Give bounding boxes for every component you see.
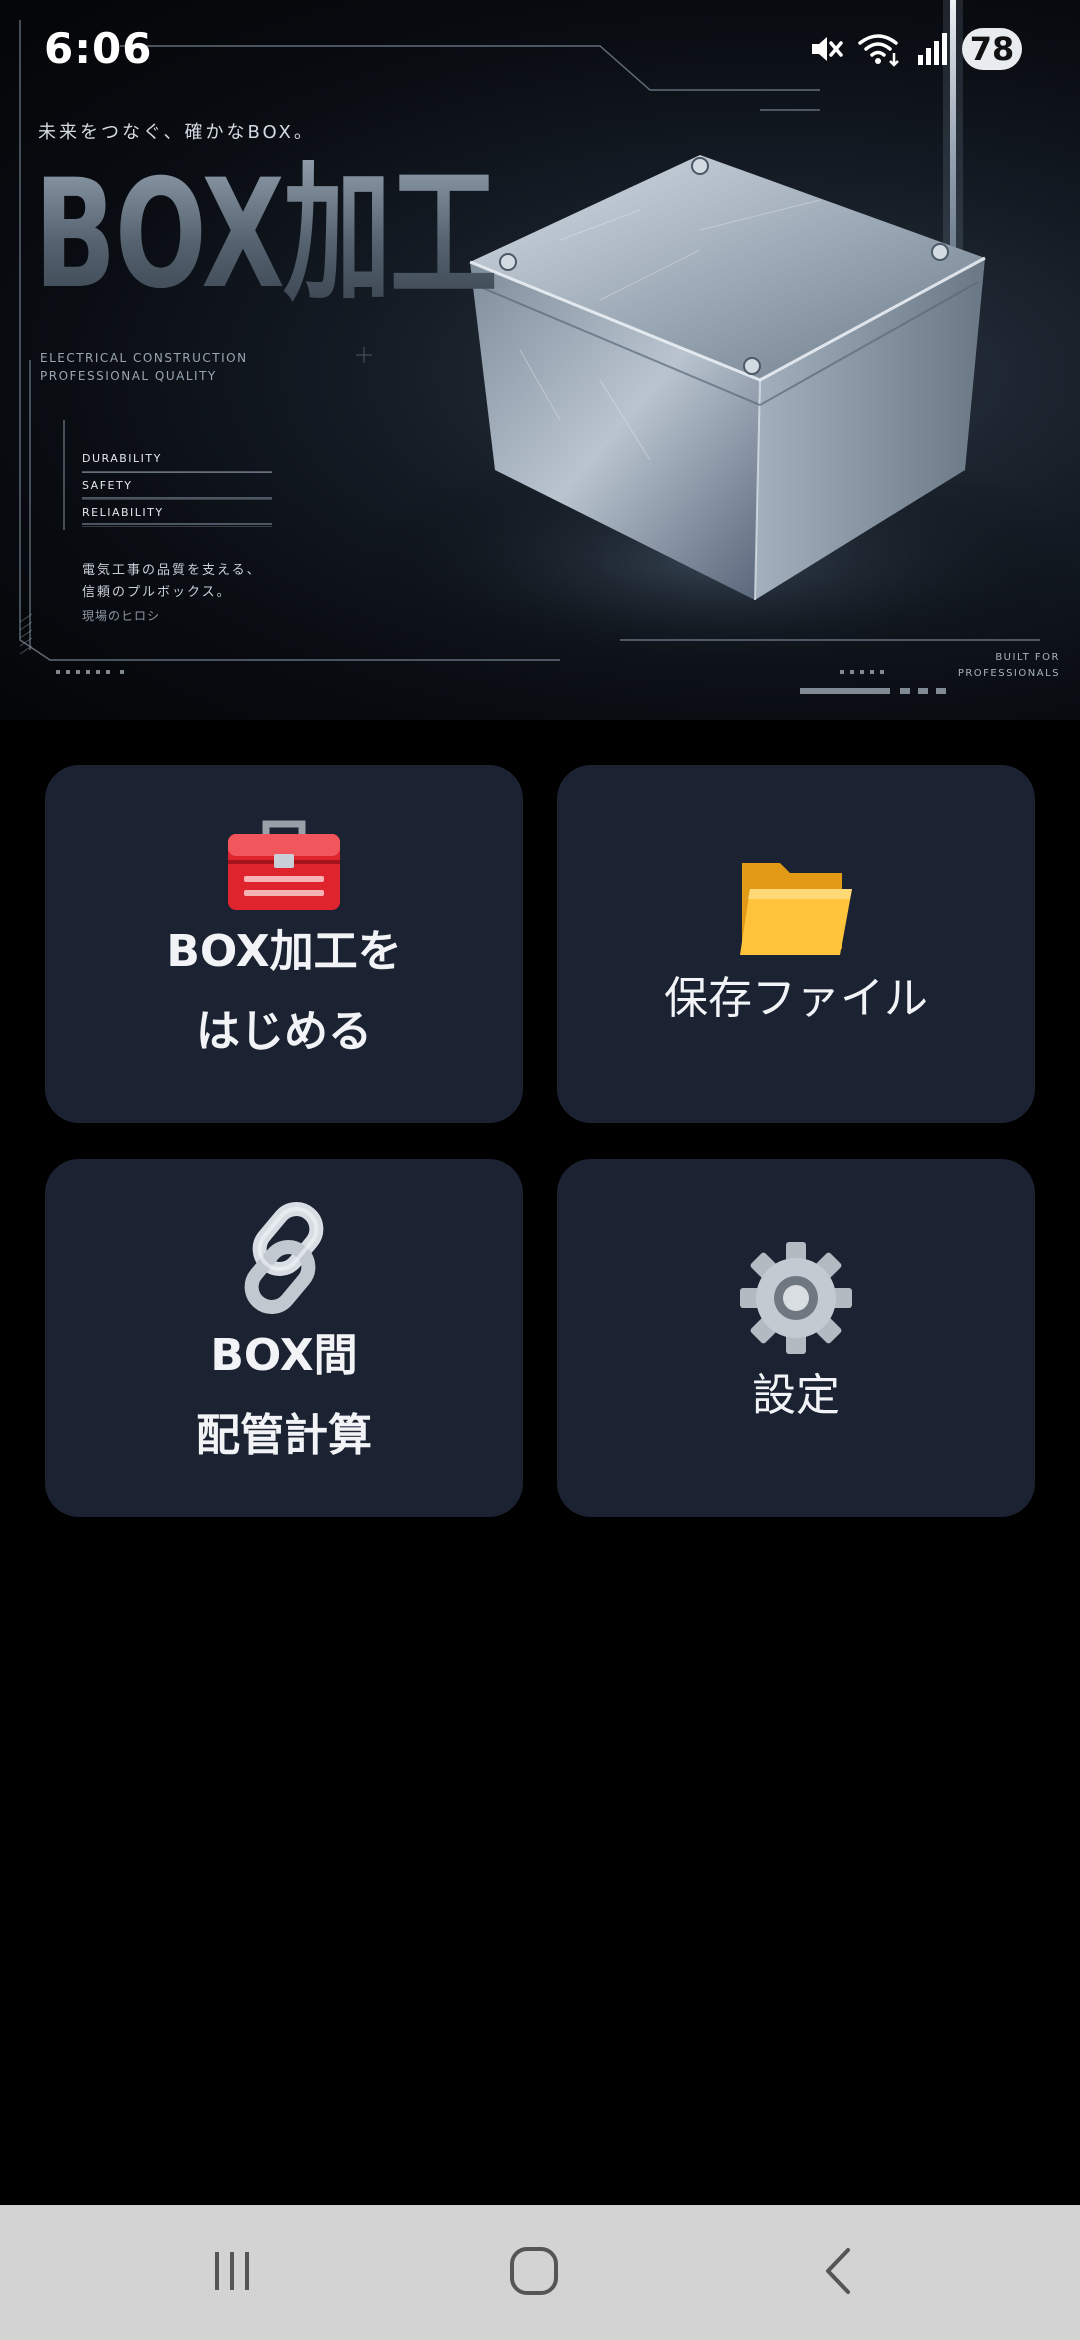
- status-icons: 78: [808, 28, 1022, 70]
- home-icon: [507, 2244, 561, 2302]
- hero-built-line: PROFESSIONALS: [957, 668, 1060, 679]
- hero-subtitle-line: ELECTRICAL CONSTRUCTION: [40, 351, 248, 365]
- hero-feature-item: SAFETY: [82, 473, 272, 500]
- recents-button[interactable]: [162, 2205, 302, 2340]
- recents-icon: [207, 2246, 257, 2300]
- chain-link-icon: [224, 1200, 344, 1316]
- system-navigation-bar: [0, 2205, 1080, 2340]
- start-box-processing-label: BOX加工を はじめる: [166, 926, 402, 1057]
- hero-description-line: 電気工事の品質を支える、: [82, 563, 262, 578]
- hero-signature: 現場のヒロシ: [82, 609, 161, 623]
- gear-icon: [738, 1240, 854, 1356]
- toolbox-icon: [224, 816, 344, 912]
- folder-icon: [736, 849, 856, 959]
- pipe-calculation-button[interactable]: BOX間 配管計算: [45, 1159, 523, 1517]
- back-icon: [816, 2244, 860, 2302]
- mute-icon: [808, 31, 844, 67]
- saved-files-button[interactable]: 保存ファイル: [557, 765, 1035, 1123]
- hero-subtitle: ELECTRICAL CONSTRUCTION PROFESSIONAL QUA…: [40, 349, 248, 385]
- settings-label: 設定: [752, 1370, 840, 1421]
- hero-subtitle-line: PROFESSIONAL QUALITY: [40, 369, 217, 383]
- start-box-processing-button[interactable]: BOX加工を はじめる: [45, 765, 523, 1123]
- hero-feature-item: DURABILITY: [82, 446, 272, 473]
- status-time: 6:06: [44, 24, 153, 73]
- signal-icon: [916, 31, 948, 67]
- settings-button[interactable]: 設定: [557, 1159, 1035, 1517]
- back-button[interactable]: [768, 2205, 908, 2340]
- wifi-icon: [858, 31, 902, 67]
- saved-files-label: 保存ファイル: [664, 973, 928, 1024]
- hero-tagline: 未来をつなぐ、確かなBOX。: [38, 122, 315, 143]
- hero-banner: 6:06 78 未来をつなぐ、確かなBOX。 BOX加工 ELECTRICAL …: [0, 0, 1080, 720]
- hero-built-for: BUILT FOR PROFESSIONALS: [958, 650, 1060, 682]
- home-button[interactable]: [464, 2205, 604, 2340]
- hero-feature-list: DURABILITY SAFETY RELIABILITY: [82, 446, 272, 527]
- pipe-calculation-label: BOX間 配管計算: [196, 1330, 372, 1461]
- hero-title: BOX加工: [34, 148, 498, 322]
- hero-description: 電気工事の品質を支える、 信頼のプルボックス。: [82, 560, 262, 604]
- battery-icon: 78: [962, 28, 1022, 70]
- hero-feature-item: RELIABILITY: [82, 500, 272, 527]
- hero-description-line: 信頼のプルボックス。: [82, 585, 232, 600]
- hero-built-line: BUILT FOR: [995, 652, 1060, 663]
